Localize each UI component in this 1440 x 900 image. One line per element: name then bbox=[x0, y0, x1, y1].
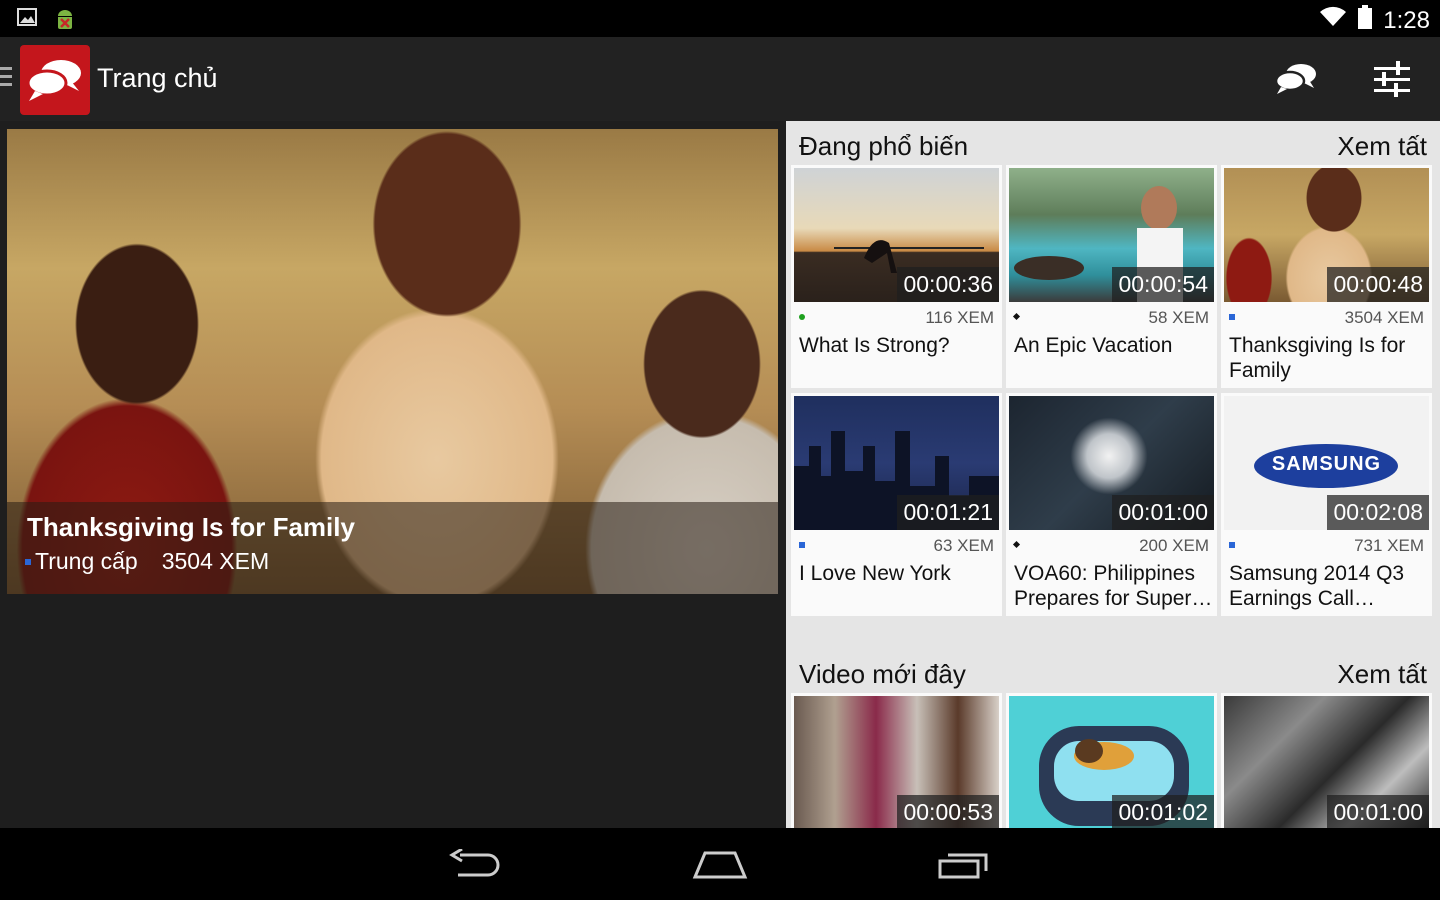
video-thumbnail: 00:00:54 bbox=[1009, 168, 1214, 302]
video-duration: 00:00:53 bbox=[897, 795, 999, 828]
video-views: 116 XEM bbox=[925, 308, 994, 327]
video-thumbnail: 00:00:36 bbox=[794, 168, 999, 302]
recent-see-all-link[interactable]: Xem tất bbox=[1337, 659, 1427, 690]
video-title: I Love New York bbox=[799, 562, 951, 585]
video-duration: 00:01:00 bbox=[1327, 795, 1429, 828]
recents-icon[interactable] bbox=[934, 846, 994, 882]
video-thumbnail: 00:00:48 bbox=[1224, 168, 1429, 302]
app-bar: Trang chủ bbox=[0, 37, 1440, 121]
video-thumbnail: 00:01:21 bbox=[794, 396, 999, 530]
video-card[interactable]: 00:00:36 116 XEM What Is Strong? bbox=[791, 165, 1002, 388]
status-bar: 1:28 bbox=[0, 0, 1440, 37]
video-duration: 00:00:48 bbox=[1327, 267, 1429, 302]
drawer-indicator-icon[interactable] bbox=[0, 67, 12, 91]
featured-level: Trung cấp bbox=[35, 548, 138, 574]
video-card[interactable]: 00:01:00 bbox=[1221, 693, 1432, 828]
samsung-logo-text: SAMSUNG bbox=[1271, 453, 1382, 475]
image-icon bbox=[16, 6, 38, 37]
video-card[interactable]: 00:01:02 bbox=[1006, 693, 1217, 828]
recent-section-title: Video mới đây bbox=[799, 659, 966, 689]
chat-bubbles-icon[interactable] bbox=[1272, 59, 1320, 99]
level-indicator-icon bbox=[25, 558, 31, 565]
featured-title: Thanksgiving Is for Family bbox=[27, 512, 355, 542]
video-lists-panel: Đang phổ biến Xem tất 00:00:36 116 XEM W… bbox=[786, 121, 1440, 828]
system-nav-bar bbox=[0, 828, 1440, 900]
video-views: 63 XEM bbox=[933, 536, 994, 555]
video-thumbnail: SAMSUNG 00:02:08 bbox=[1224, 396, 1429, 530]
video-title: VOA60: Philippines Prepares for Super… bbox=[1014, 562, 1213, 610]
video-title: Thanksgiving Is for Family bbox=[1229, 334, 1406, 382]
video-views: 58 XEM bbox=[1148, 308, 1209, 327]
video-thumbnail: 00:01:00 bbox=[1224, 696, 1429, 828]
wifi-icon bbox=[1319, 6, 1347, 35]
video-duration: 00:01:02 bbox=[1112, 795, 1214, 828]
video-views: 3504 XEM bbox=[1344, 308, 1424, 327]
featured-caption: Thanksgiving Is for Family Trung cấp 350… bbox=[7, 502, 778, 594]
android-debug-icon bbox=[52, 6, 78, 37]
level-indicator-icon bbox=[1229, 542, 1235, 548]
popular-section-title: Đang phổ biến bbox=[799, 131, 969, 161]
video-title: An Epic Vacation bbox=[1014, 334, 1173, 357]
video-thumbnail: 00:01:00 bbox=[1009, 396, 1214, 530]
featured-video[interactable]: Thanksgiving Is for Family Trung cấp 350… bbox=[7, 129, 778, 594]
video-views: 731 XEM bbox=[1354, 536, 1424, 555]
video-duration: 00:00:54 bbox=[1112, 267, 1214, 302]
level-indicator-icon bbox=[1012, 540, 1021, 549]
level-indicator-icon bbox=[1012, 312, 1021, 321]
video-card[interactable]: 00:01:00 200 XEM VOA60: Philippines Prep… bbox=[1006, 393, 1217, 616]
sliders-icon[interactable] bbox=[1368, 59, 1416, 99]
video-title: What Is Strong? bbox=[799, 334, 950, 357]
level-indicator-icon bbox=[799, 542, 805, 548]
video-card[interactable]: 00:00:53 bbox=[791, 693, 1002, 828]
video-duration: 00:01:00 bbox=[1112, 495, 1214, 530]
video-card[interactable]: 00:01:21 63 XEM I Love New York bbox=[791, 393, 1002, 616]
popular-see-all-link[interactable]: Xem tất bbox=[1337, 131, 1427, 162]
video-title: Samsung 2014 Q3 Earnings Call… bbox=[1229, 562, 1405, 610]
video-card[interactable]: 00:00:54 58 XEM An Epic Vacation bbox=[1006, 165, 1217, 388]
video-thumbnail: 00:01:02 bbox=[1009, 696, 1214, 828]
video-duration: 00:00:36 bbox=[897, 267, 999, 302]
back-icon[interactable] bbox=[446, 846, 506, 882]
recent-section-header: Video mới đây Xem tất bbox=[786, 649, 1440, 695]
video-card[interactable]: 00:00:48 3504 XEM Thanksgiving Is for Fa… bbox=[1221, 165, 1432, 388]
popular-section-header: Đang phổ biến Xem tất bbox=[786, 121, 1440, 167]
level-indicator-icon bbox=[1229, 314, 1235, 320]
video-duration: 00:02:08 bbox=[1327, 495, 1429, 530]
battery-icon bbox=[1357, 4, 1373, 37]
video-card[interactable]: SAMSUNG 00:02:08 731 XEM Samsung 2014 Q3… bbox=[1221, 393, 1432, 616]
level-indicator-icon bbox=[799, 314, 805, 320]
main-content: Thanksgiving Is for Family Trung cấp 350… bbox=[0, 121, 1440, 828]
page-title: Trang chủ bbox=[97, 63, 218, 93]
clock: 1:28 bbox=[1383, 6, 1430, 34]
home-icon[interactable] bbox=[690, 846, 750, 882]
video-thumbnail: 00:00:53 bbox=[794, 696, 999, 828]
app-logo-chat-icon[interactable] bbox=[20, 45, 90, 115]
featured-views: 3504 XEM bbox=[161, 548, 270, 574]
video-views: 200 XEM bbox=[1139, 536, 1209, 555]
video-duration: 00:01:21 bbox=[897, 495, 999, 530]
